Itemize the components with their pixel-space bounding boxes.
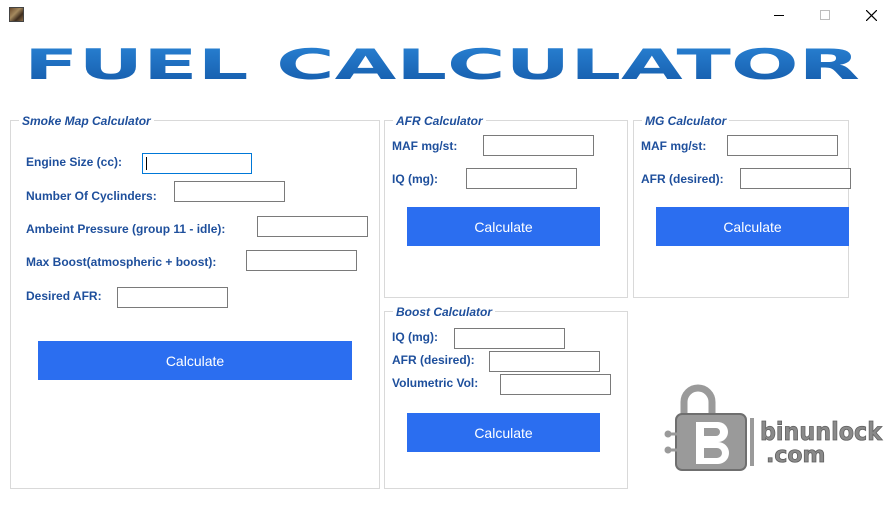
mg-calculate-button[interactable]: Calculate xyxy=(656,207,849,246)
boost-iq-input[interactable] xyxy=(454,328,565,349)
mg-maf-input[interactable] xyxy=(727,135,838,156)
engine-size-label: Engine Size (cc): xyxy=(26,155,123,169)
watermark-line2: .com xyxy=(766,443,825,468)
minimize-button[interactable] xyxy=(756,0,802,30)
boost-afr-label: AFR (desired): xyxy=(392,353,475,367)
afr-maf-input[interactable] xyxy=(483,135,594,156)
padlock-b-logo-icon xyxy=(664,384,754,471)
max-boost-label: Max Boost(atmospheric + boost): xyxy=(26,255,217,269)
banner-title: FUEL CALCULATOR xyxy=(24,43,860,87)
afr-calculate-button[interactable]: Calculate xyxy=(407,207,600,246)
boost-calculate-button[interactable]: Calculate xyxy=(407,413,600,452)
afr-maf-label: MAF mg/st: xyxy=(392,139,458,153)
mg-calculator-legend: MG Calculator xyxy=(642,114,730,128)
text-caret xyxy=(146,157,147,170)
afr-iq-label: IQ (mg): xyxy=(392,172,438,186)
max-boost-input[interactable] xyxy=(246,250,357,271)
desired-afr-input[interactable] xyxy=(117,287,228,308)
afr-iq-input[interactable] xyxy=(466,168,577,189)
minimize-icon xyxy=(774,15,784,16)
close-button[interactable] xyxy=(848,0,894,30)
afr-calculator-legend: AFR Calculator xyxy=(393,114,486,128)
maximize-button[interactable] xyxy=(802,0,848,30)
mg-afr-input[interactable] xyxy=(740,168,851,189)
ambient-pressure-label: Ambeint Pressure (group 11 - idle): xyxy=(26,222,226,236)
ambient-pressure-input[interactable] xyxy=(257,216,368,237)
boost-afr-input[interactable] xyxy=(489,351,600,372)
boost-vol-input[interactable] xyxy=(500,374,611,395)
engine-size-input[interactable] xyxy=(142,153,252,174)
boost-iq-label: IQ (mg): xyxy=(392,330,438,344)
smoke-map-legend: Smoke Map Calculator xyxy=(19,114,154,128)
mg-afr-label: AFR (desired): xyxy=(641,172,724,186)
cylinders-input[interactable] xyxy=(174,181,285,202)
boost-vol-label: Volumetric Vol: xyxy=(392,376,479,390)
maximize-icon xyxy=(820,10,830,20)
boost-calculator-legend: Boost Calculator xyxy=(393,305,496,319)
desired-afr-label: Desired AFR: xyxy=(26,289,102,303)
binunlock-watermark: binunlock .com xyxy=(664,384,884,471)
close-icon xyxy=(865,9,877,21)
mg-maf-label: MAF mg/st: xyxy=(641,139,707,153)
watermark-line1: binunlock xyxy=(760,417,883,446)
app-thumbnail-icon[interactable] xyxy=(9,7,24,22)
fuel-calculator-banner: FUEL CALCULATOR xyxy=(24,43,860,87)
smoke-map-calculate-button[interactable]: Calculate xyxy=(38,341,352,380)
cylinders-label: Number Of Cyclinders: xyxy=(26,189,157,203)
title-bar xyxy=(0,0,894,30)
